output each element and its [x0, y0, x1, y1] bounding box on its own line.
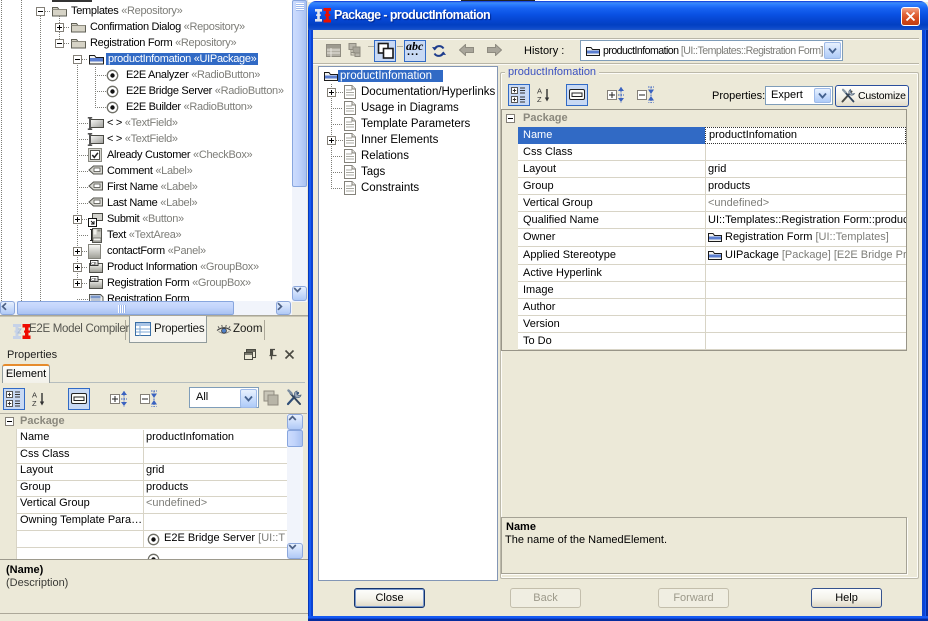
svg-text:CB: CB	[91, 261, 97, 267]
svg-text:Z: Z	[32, 399, 37, 407]
svg-text:CB: CB	[91, 277, 97, 283]
svg-text:Z: Z	[537, 95, 542, 103]
